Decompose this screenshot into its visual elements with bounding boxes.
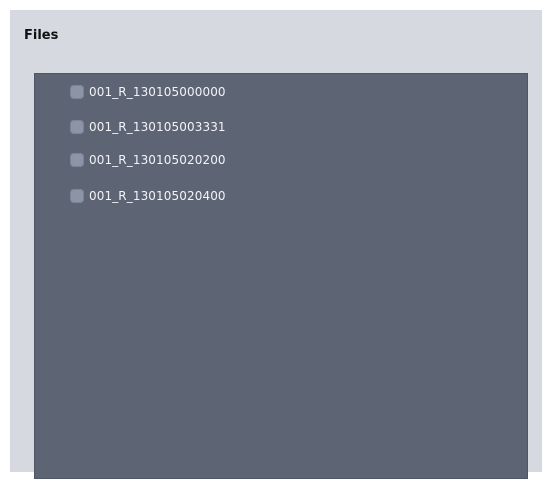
file-list-item[interactable]: 001_R_130105003331 xyxy=(70,118,226,136)
file-list-item[interactable]: 001_R_130105020400 xyxy=(70,187,226,205)
file-checkbox[interactable] xyxy=(70,189,84,203)
file-checkbox[interactable] xyxy=(70,153,84,167)
file-name-label: 001_R_130105003331 xyxy=(89,120,226,134)
file-name-label: 001_R_130105020200 xyxy=(89,153,226,167)
file-name-label: 001_R_130105000000 xyxy=(89,85,226,99)
file-list[interactable]: 001_R_130105000000 001_R_130105003331 00… xyxy=(34,73,528,479)
file-checkbox[interactable] xyxy=(70,120,84,134)
file-name-label: 001_R_130105020400 xyxy=(89,189,226,203)
files-panel-title: Files xyxy=(24,28,59,43)
file-checkbox[interactable] xyxy=(70,85,84,99)
file-list-item[interactable]: 001_R_130105000000 xyxy=(70,83,226,101)
file-list-item[interactable]: 001_R_130105020200 xyxy=(70,151,226,169)
